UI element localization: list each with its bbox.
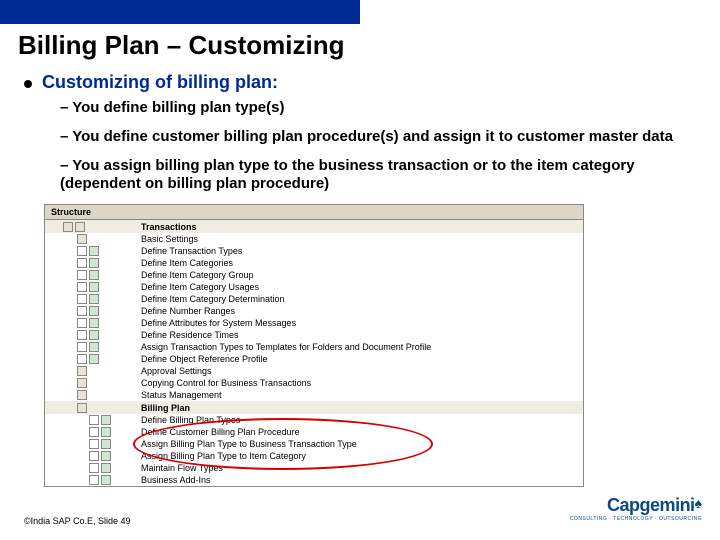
tree-label: Define Residence Times <box>141 330 577 340</box>
tree-label: Billing Plan <box>141 403 577 413</box>
logo-text: Capgemini <box>607 495 695 515</box>
tree-node[interactable]: Define Residence Times <box>45 329 583 341</box>
section-heading-row: Customizing of billing plan: <box>24 72 696 93</box>
tree-label: Copying Control for Business Transaction… <box>141 378 577 388</box>
tree-subgroup: Basic Settings <box>45 233 583 245</box>
bullet-item: You define customer billing plan procedu… <box>60 128 696 147</box>
tree-label: Business Add-Ins <box>141 475 577 485</box>
capgemini-logo: Capgemini♠ CONSULTING · TECHNOLOGY · OUT… <box>570 495 702 522</box>
decorative-top-bar <box>0 0 360 24</box>
bullet-item: You define billing plan type(s) <box>60 99 696 118</box>
tree-label: Approval Settings <box>141 366 577 376</box>
tree-node[interactable]: Business Add-Ins <box>45 474 583 486</box>
tree-label: Define Number Ranges <box>141 306 577 316</box>
tree-label: Define Transaction Types <box>141 246 577 256</box>
tree-node[interactable]: Define Number Ranges <box>45 305 583 317</box>
tree-label: Maintain Flow Types <box>141 463 577 473</box>
tree-node[interactable]: Status Management <box>45 389 583 401</box>
tree-node[interactable]: Assign Billing Plan Type to Item Categor… <box>45 450 583 462</box>
tree-label: Assign Billing Plan Type to Business Tra… <box>141 439 577 449</box>
tree-label: Define Billing Plan Types <box>141 415 577 425</box>
bullet-item: You assign billing plan type to the busi… <box>60 157 696 195</box>
tree-node[interactable]: Assign Transaction Types to Templates fo… <box>45 341 583 353</box>
slide-footer: ©India SAP Co.E, Slide 49 <box>24 516 131 526</box>
tree-node[interactable]: Define Transaction Types <box>45 245 583 257</box>
tree-label: Basic Settings <box>141 234 577 244</box>
tree-node[interactable]: Define Object Reference Profile <box>45 353 583 365</box>
tree-node[interactable]: Define Item Category Determination <box>45 293 583 305</box>
tree-header: Structure <box>45 205 583 220</box>
section-heading: Customizing of billing plan: <box>42 72 278 93</box>
tree-node[interactable]: Assign Billing Plan Type to Business Tra… <box>45 438 583 450</box>
tree-label: Define Item Category Group <box>141 270 577 280</box>
tree-group-billing-plan: Billing Plan <box>45 401 583 414</box>
tree-node[interactable]: Copying Control for Business Transaction… <box>45 377 583 389</box>
tree-node[interactable]: Maintain Flow Types <box>45 462 583 474</box>
tree-label: Status Management <box>141 390 577 400</box>
tree-label: Transactions <box>141 222 577 232</box>
tree-label: Define Object Reference Profile <box>141 354 577 364</box>
tree-node[interactable]: Define Item Category Group <box>45 269 583 281</box>
tree-label: Define Item Categories <box>141 258 577 268</box>
logo-tagline: CONSULTING · TECHNOLOGY · OUTSOURCING <box>570 516 702 522</box>
tree-node[interactable]: Define Item Category Usages <box>45 281 583 293</box>
tree-node[interactable]: Define Attributes for System Messages <box>45 317 583 329</box>
tree-label: Define Customer Billing Plan Procedure <box>141 427 577 437</box>
tree-label: Define Item Category Determination <box>141 294 577 304</box>
tree-node[interactable]: Define Item Categories <box>45 257 583 269</box>
tree-group-transactions: Transactions <box>45 220 583 233</box>
tree-label: Define Item Category Usages <box>141 282 577 292</box>
sap-tree-screenshot: Structure Transactions Basic Settings De… <box>44 204 584 487</box>
tree-node[interactable]: Approval Settings <box>45 365 583 377</box>
content-area: Customizing of billing plan: You define … <box>24 72 696 487</box>
spade-icon: ♠ <box>695 495 702 511</box>
tree-node[interactable]: Define Billing Plan Types <box>45 414 583 426</box>
tree-label: Assign Billing Plan Type to Item Categor… <box>141 451 577 461</box>
tree-label: Assign Transaction Types to Templates fo… <box>141 342 577 352</box>
tree-label: Define Attributes for System Messages <box>141 318 577 328</box>
page-title: Billing Plan – Customizing <box>18 30 344 61</box>
tree-node[interactable]: Define Customer Billing Plan Procedure <box>45 426 583 438</box>
bullet-icon <box>24 80 32 88</box>
